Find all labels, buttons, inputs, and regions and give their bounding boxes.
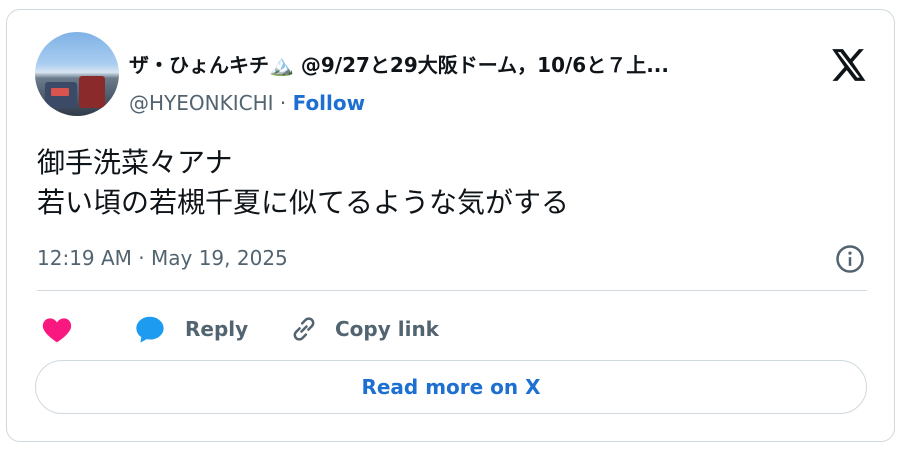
- copy-link-label: Copy link: [335, 317, 439, 341]
- like-button[interactable]: [41, 312, 73, 346]
- tweet-text: 御手洗菜々アナ 若い頃の若槻千夏に似てるような気がする: [37, 146, 570, 219]
- x-logo-icon[interactable]: [829, 46, 867, 84]
- avatar-train: [79, 76, 105, 108]
- copy-link-button[interactable]: Copy link: [289, 312, 439, 346]
- info-icon[interactable]: [835, 244, 865, 274]
- avatar-sign: [51, 88, 69, 96]
- separator-dot: ·: [279, 91, 287, 115]
- reply-bubble-icon: [136, 316, 164, 343]
- tweet-embed-card: ザ・ひょんキチ🏔️ @9/27と29大阪ドーム，10/6と７上... @HYEO…: [6, 9, 895, 442]
- reply-button[interactable]: Reply: [133, 312, 248, 346]
- user-handle[interactable]: @HYEONKICHI: [129, 91, 274, 115]
- handle-row: @HYEONKICHI · Follow: [129, 91, 365, 115]
- reply-label: Reply: [185, 317, 249, 341]
- follow-button[interactable]: Follow: [293, 91, 366, 115]
- link-icon: [293, 317, 315, 341]
- display-name[interactable]: ザ・ひょんキチ🏔️ @9/27と29大阪ドーム，10/6と７上...: [129, 49, 805, 78]
- avatar[interactable]: [35, 32, 119, 116]
- divider: [37, 290, 867, 291]
- tweet-timestamp[interactable]: 12:19 AM · May 19, 2025: [37, 246, 288, 270]
- heart-icon: [42, 318, 72, 343]
- read-more-button[interactable]: Read more on X: [35, 360, 867, 414]
